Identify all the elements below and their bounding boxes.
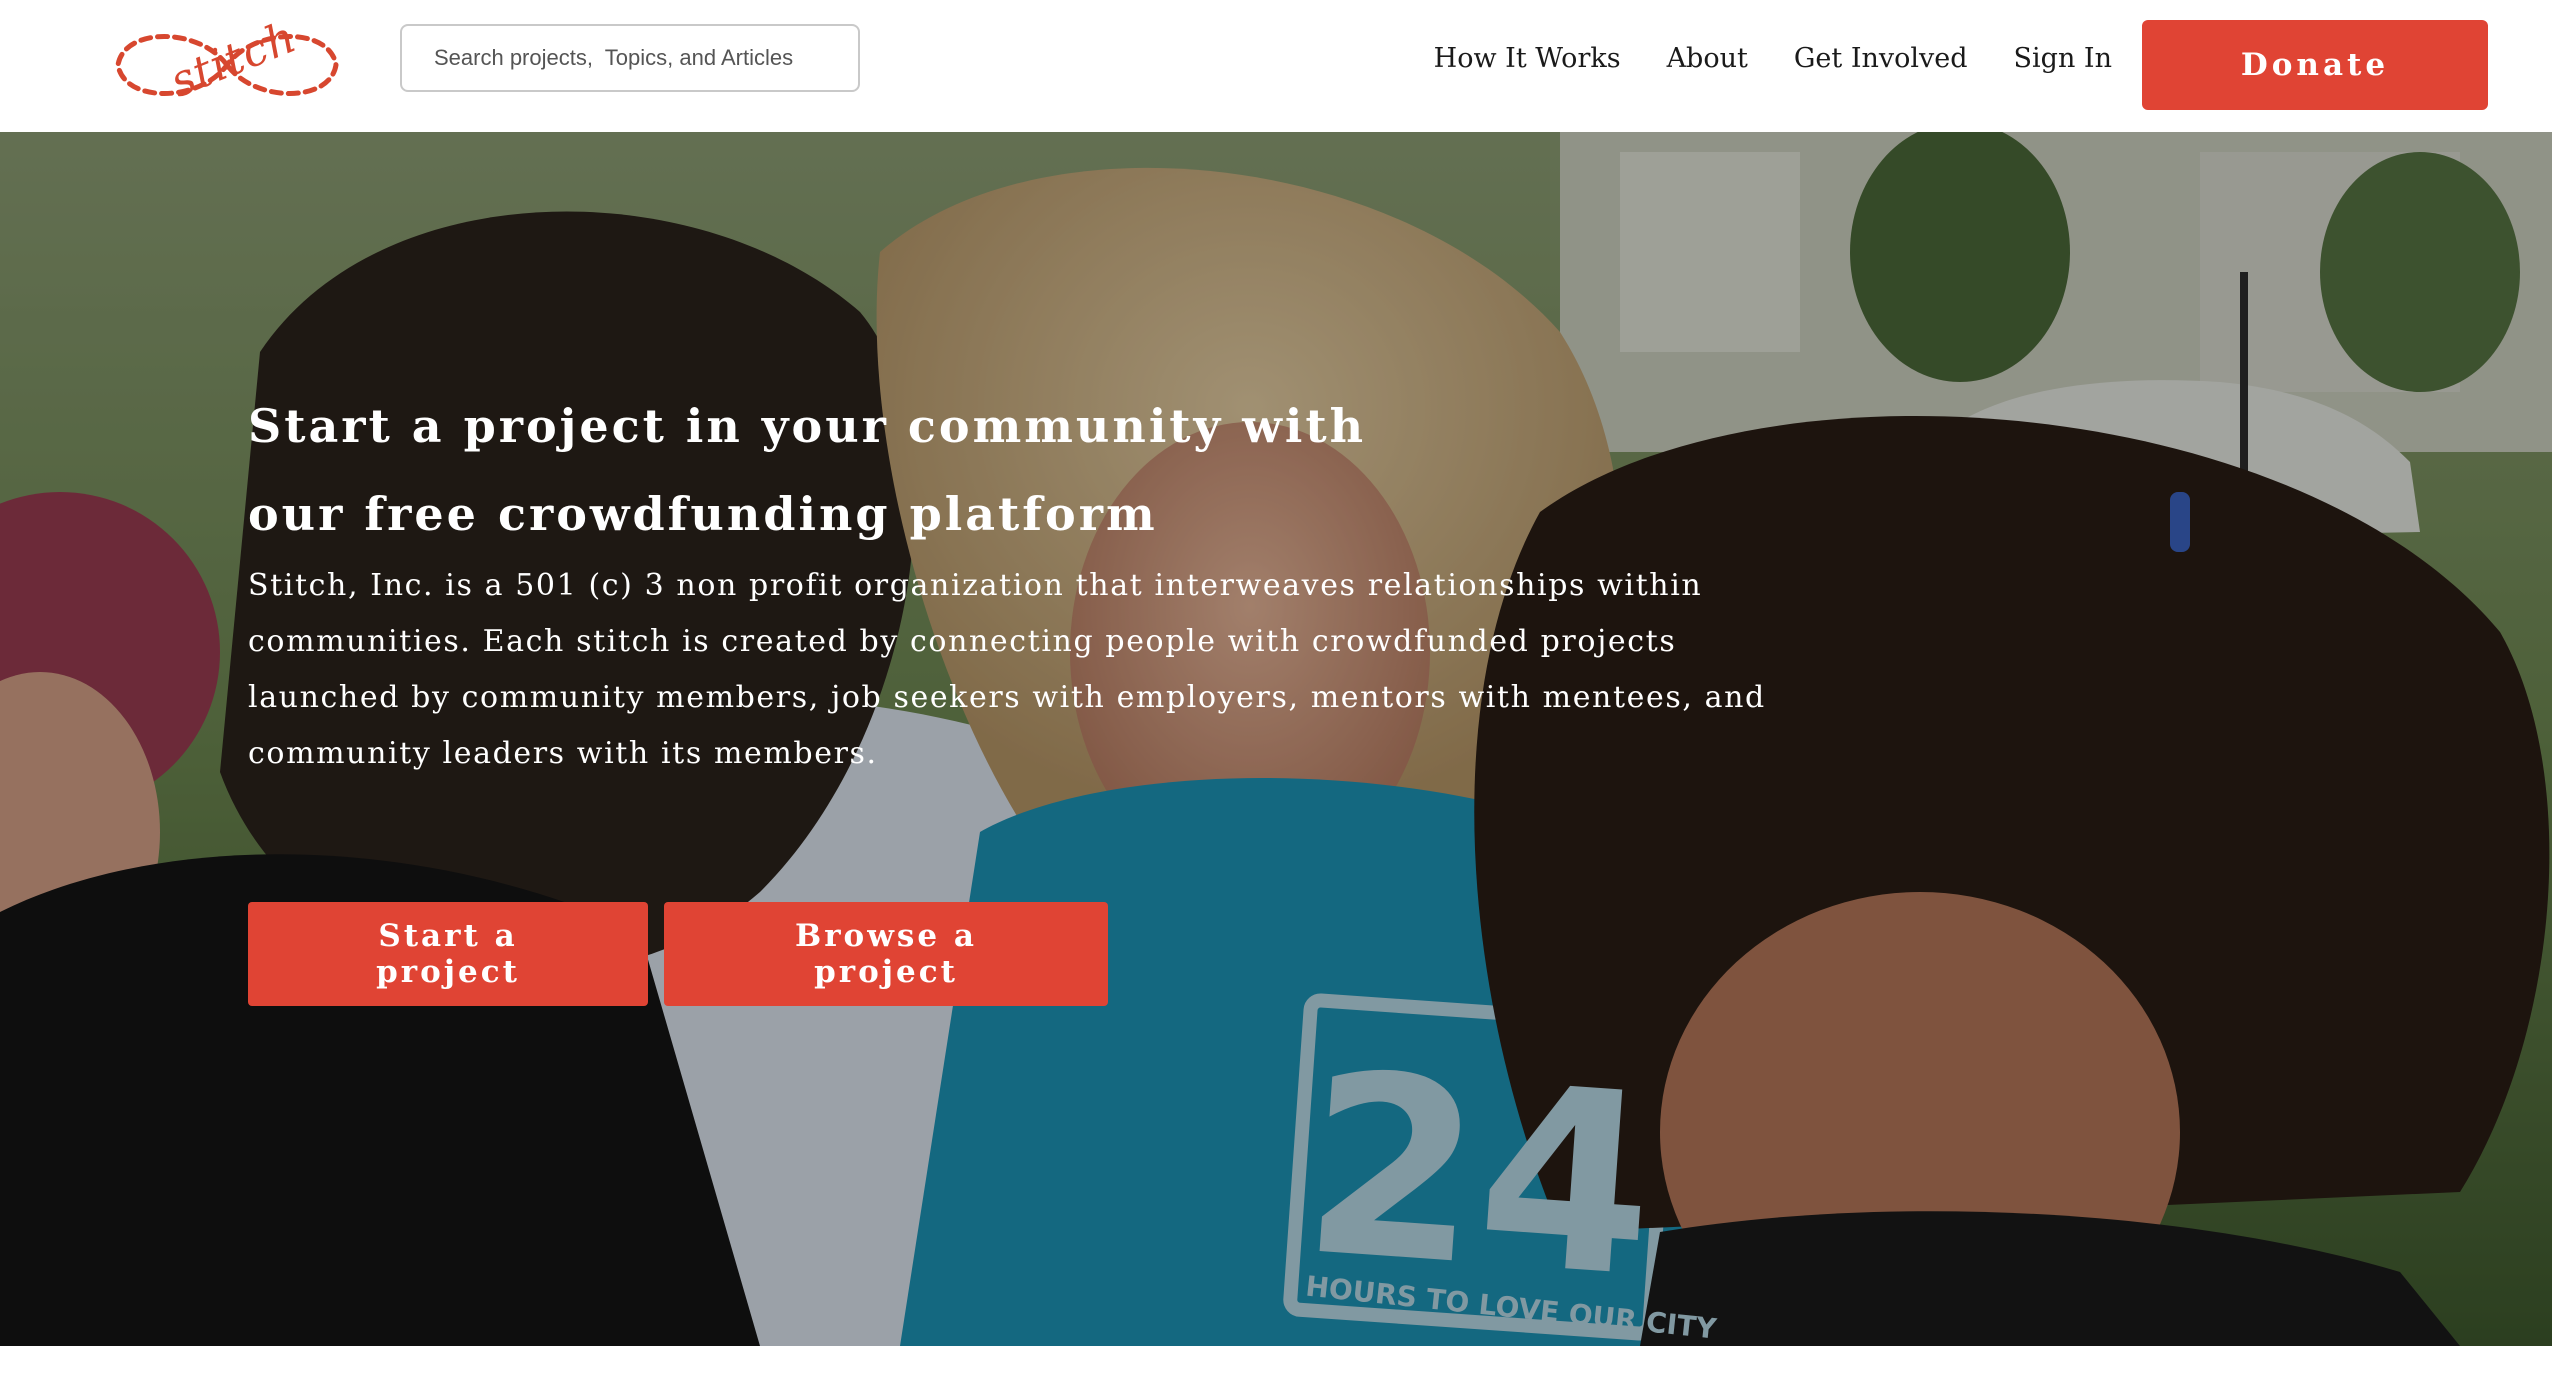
hero-title: Start a project in your community with o…	[248, 399, 1367, 541]
search-input[interactable]	[400, 24, 860, 92]
nav-about[interactable]: About	[1667, 43, 1748, 74]
nav-sign-in[interactable]: Sign In	[2014, 43, 2112, 74]
site-header: stitch How It Works About Get Involved S…	[0, 0, 2552, 132]
browse-project-button[interactable]: Browse a project	[664, 902, 1108, 1006]
start-project-button[interactable]: Start a project	[248, 902, 648, 1006]
hero-actions: Start a project Browse a project	[248, 902, 1108, 1006]
hero-section: 24 HOURS TO LOVE OUR CITY Start a project…	[0, 132, 2552, 1346]
stitch-logo[interactable]: stitch	[104, 11, 350, 108]
hero-content: Start a project in your community with o…	[248, 382, 1848, 782]
nav-get-involved[interactable]: Get Involved	[1794, 43, 1968, 74]
main-nav: How It Works About Get Involved Sign In	[1434, 36, 2112, 80]
nav-how-it-works[interactable]: How It Works	[1434, 43, 1621, 74]
hero-description: Stitch, Inc. is a 501 (c) 3 non profit o…	[248, 568, 1766, 771]
donate-button[interactable]: Donate	[2142, 20, 2488, 110]
